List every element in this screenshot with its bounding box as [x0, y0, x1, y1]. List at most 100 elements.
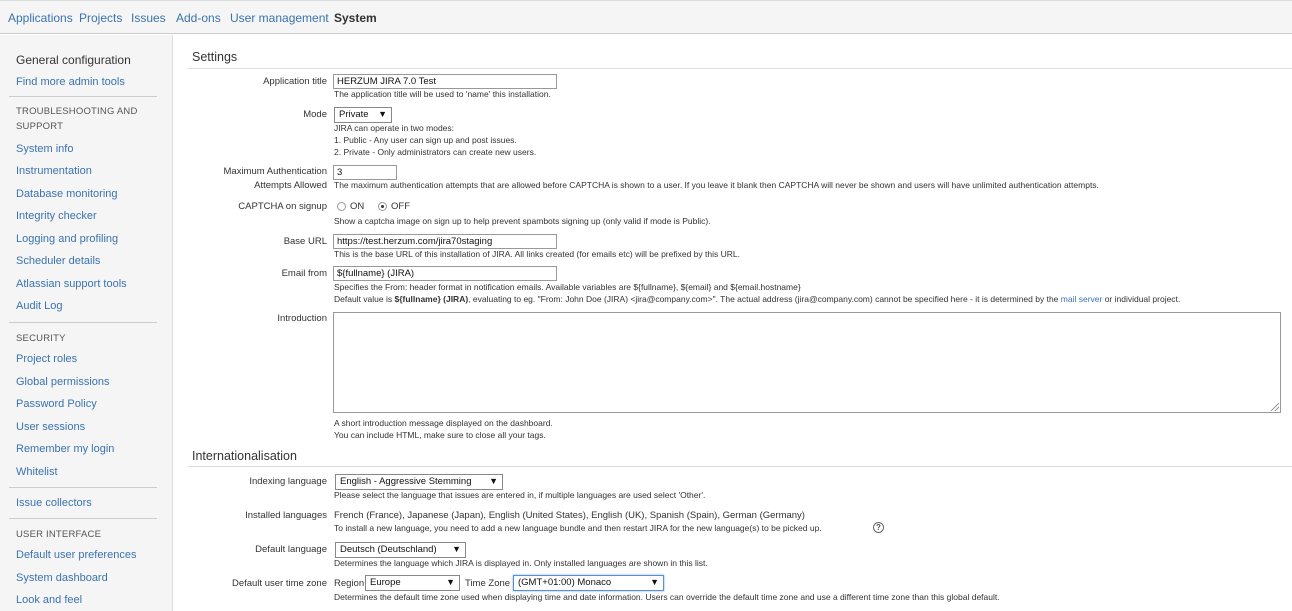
sidebar-item-database-monitoring[interactable]: Database monitoring	[16, 188, 118, 200]
mode-label: Mode	[303, 109, 327, 120]
sidebar-item-instrumentation[interactable]: Instrumentation	[16, 165, 92, 177]
sidebar-item-general-configuration[interactable]: General configuration	[16, 53, 131, 67]
nav-add-ons[interactable]: Add-ons	[176, 11, 221, 25]
captcha-off-label: OFF	[391, 201, 410, 212]
installed-languages-value: French (France), Japanese (Japan), Engli…	[334, 510, 805, 521]
email-from-description-line-2: Default value is ${fullname} (JIRA), eva…	[334, 294, 1180, 306]
max-auth-label-line-1: Maximum Authentication	[223, 166, 328, 177]
sidebar-item-atlassian-support-tools[interactable]: Atlassian support tools	[16, 278, 127, 290]
section-divider	[188, 466, 1292, 467]
time-zone-select[interactable]: (GMT+01:00) Monaco ▼	[513, 575, 664, 591]
sidebar-heading-troubleshooting: TROUBLESHOOTING AND SUPPORT	[16, 106, 138, 132]
nav-projects[interactable]: Projects	[79, 11, 122, 25]
nav-system[interactable]: System	[334, 11, 377, 25]
default-language-select[interactable]: Deutsch (Deutschland) ▼	[335, 542, 466, 558]
sidebar-item-look-and-feel[interactable]: Look and feel	[16, 594, 82, 606]
application-title-description: The application title will be used to 'n…	[334, 89, 551, 99]
time-zone-select-value: (GMT+01:00) Monaco	[518, 577, 612, 588]
mode-select-value: Private	[339, 109, 369, 120]
captcha-description: Show a captcha image on sign up to help …	[334, 216, 711, 226]
base-url-input[interactable]	[333, 234, 557, 249]
email-from-description-line-1: Specifies the From: header format in not…	[334, 282, 801, 292]
mail-server-link[interactable]: mail server	[1061, 294, 1103, 304]
indexing-language-description: Please select the language that issues a…	[334, 490, 706, 500]
nav-issues[interactable]: Issues	[131, 11, 166, 25]
sidebar-divider	[9, 487, 157, 488]
email-from-label: Email from	[281, 268, 327, 279]
sidebar-item-integrity-checker[interactable]: Integrity checker	[16, 210, 97, 222]
base-url-label: Base URL	[283, 236, 327, 247]
chevron-down-icon: ▼	[452, 544, 461, 554]
nav-user-management[interactable]: User management	[230, 11, 329, 25]
sidebar-item-project-roles[interactable]: Project roles	[16, 353, 77, 365]
application-title-input[interactable]	[333, 74, 557, 89]
sidebar-item-whitelist[interactable]: Whitelist	[16, 466, 58, 478]
resize-grip-icon[interactable]	[1271, 403, 1279, 411]
sidebar-item-password-policy[interactable]: Password Policy	[16, 398, 97, 410]
mode-select[interactable]: Private ▼	[334, 107, 392, 123]
indexing-language-label: Indexing language	[249, 476, 327, 487]
default-language-select-value: Deutsch (Deutschland)	[340, 544, 437, 555]
email-from-default-explanation: , evaluating to eg. "From: John Doe (JIR…	[468, 294, 1061, 304]
admin-top-nav: Applications Projects Issues Add-ons Use…	[0, 0, 1292, 34]
sidebar-item-system-dashboard[interactable]: System dashboard	[16, 572, 108, 584]
max-auth-attempts-input[interactable]	[333, 165, 397, 180]
introduction-label: Introduction	[277, 313, 327, 324]
region-select-value: Europe	[370, 577, 401, 588]
max-auth-label-line-2: Attempts Allowed	[254, 180, 327, 191]
captcha-label: CAPTCHA on signup	[238, 201, 327, 212]
mode-description-line-2: 1. Public - Any user can sign up and pos…	[334, 135, 517, 145]
sidebar-heading-user-interface: USER INTERFACE	[16, 529, 102, 540]
sidebar-item-issue-collectors[interactable]: Issue collectors	[16, 497, 92, 509]
installed-languages-label: Installed languages	[245, 510, 327, 521]
sidebar-item-default-user-preferences[interactable]: Default user preferences	[16, 549, 136, 561]
sidebar-heading-security: SECURITY	[16, 333, 66, 344]
base-url-description: This is the base URL of this installatio…	[334, 249, 740, 259]
email-from-default-value: ${fullname} (JIRA)	[394, 294, 469, 304]
sidebar-item-system-info[interactable]: System info	[16, 143, 73, 155]
sidebar-divider	[9, 96, 157, 97]
indexing-language-select-value: English - Aggressive Stemming	[340, 476, 472, 487]
sidebar-item-audit-log[interactable]: Audit Log	[16, 300, 62, 312]
chevron-down-icon: ▼	[650, 577, 659, 587]
chevron-down-icon: ▼	[446, 577, 455, 587]
max-auth-description: The maximum authentication attempts that…	[334, 180, 1099, 190]
email-from-input[interactable]	[333, 266, 557, 281]
introduction-description-line-2: You can include HTML, make sure to close…	[334, 430, 546, 440]
captcha-on-label: ON	[350, 201, 365, 212]
admin-sidebar: General configuration Find more admin to…	[0, 35, 173, 611]
sidebar-item-user-sessions[interactable]: User sessions	[16, 421, 85, 433]
nav-applications[interactable]: Applications	[8, 11, 73, 25]
region-label: Region	[334, 578, 365, 589]
chevron-down-icon: ▼	[489, 476, 498, 486]
region-select[interactable]: Europe ▼	[365, 575, 460, 591]
indexing-language-select[interactable]: English - Aggressive Stemming ▼	[335, 474, 503, 490]
email-from-default-suffix: or individual project.	[1102, 294, 1181, 304]
installed-languages-description: To install a new language, you need to a…	[334, 523, 822, 533]
mode-description-line-1: JIRA can operate in two modes:	[334, 123, 455, 133]
time-zone-label: Time Zone	[465, 578, 511, 589]
captcha-off-radio[interactable]	[378, 202, 387, 211]
default-time-zone-description: Determines the default time zone used wh…	[334, 592, 1000, 602]
section-divider	[188, 68, 1292, 69]
settings-section-title: Settings	[192, 50, 238, 64]
application-title-label: Application title	[263, 76, 327, 87]
sidebar-item-logging-and-profiling[interactable]: Logging and profiling	[16, 233, 118, 245]
default-language-label: Default language	[255, 544, 327, 555]
email-from-default-prefix: Default value is	[334, 294, 395, 304]
sidebar-item-find-more-admin-tools[interactable]: Find more admin tools	[16, 76, 125, 88]
sidebar-item-remember-my-login[interactable]: Remember my login	[16, 443, 114, 455]
introduction-description-line-1: A short introduction message displayed o…	[334, 418, 553, 428]
chevron-down-icon: ▼	[378, 109, 387, 119]
mode-description-line-3: 2. Private - Only administrators can cre…	[334, 147, 537, 157]
default-time-zone-label: Default user time zone	[231, 578, 327, 589]
captcha-on-radio[interactable]	[337, 202, 346, 211]
introduction-textarea[interactable]	[333, 312, 1281, 413]
sidebar-item-scheduler-details[interactable]: Scheduler details	[16, 255, 100, 267]
help-icon[interactable]: ?	[873, 522, 884, 533]
internationalisation-section-title: Internationalisation	[192, 449, 297, 463]
sidebar-item-global-permissions[interactable]: Global permissions	[16, 376, 110, 388]
sidebar-divider	[9, 518, 157, 519]
sidebar-divider	[9, 322, 157, 323]
default-language-description: Determines the language which JIRA is di…	[334, 558, 708, 568]
